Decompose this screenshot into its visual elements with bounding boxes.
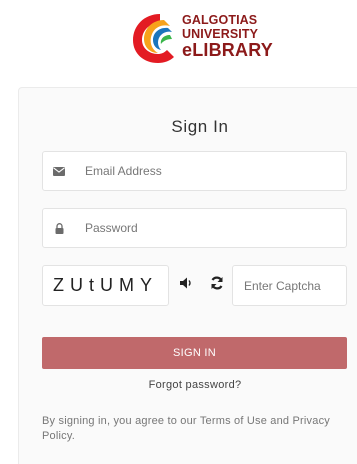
login-page: GALGOTIAS UNIVERSITY eLIBRARY Sign In ZU… xyxy=(0,0,357,464)
password-field[interactable] xyxy=(42,208,347,248)
logo-line-university: UNIVERSITY xyxy=(182,26,259,41)
logo-line-galgotias: GALGOTIAS xyxy=(182,13,258,27)
signin-button[interactable]: SIGN IN xyxy=(42,337,347,369)
logo-swirl-icon xyxy=(133,14,174,63)
captcha-input[interactable] xyxy=(232,265,347,306)
logo-wordmark: GALGOTIAS UNIVERSITY eLIBRARY xyxy=(182,14,273,59)
captcha-image: ZUtUMY xyxy=(42,265,169,306)
captcha-actions xyxy=(180,276,224,294)
password-input[interactable] xyxy=(85,221,325,235)
envelope-icon xyxy=(43,166,75,176)
speaker-icon[interactable] xyxy=(180,276,194,294)
signin-title: Sign In xyxy=(171,117,229,136)
lock-icon xyxy=(43,222,75,234)
galgotias-logo: GALGOTIAS UNIVERSITY eLIBRARY xyxy=(130,10,273,65)
email-input[interactable] xyxy=(85,164,325,178)
logo-line-elibrary: eLIBRARY xyxy=(182,40,273,60)
refresh-icon[interactable] xyxy=(210,276,224,295)
email-field[interactable] xyxy=(42,151,347,191)
forgot-password-link[interactable]: Forgot password? xyxy=(0,379,357,391)
terms-text: By signing in, you agree to our Terms of… xyxy=(42,415,330,442)
